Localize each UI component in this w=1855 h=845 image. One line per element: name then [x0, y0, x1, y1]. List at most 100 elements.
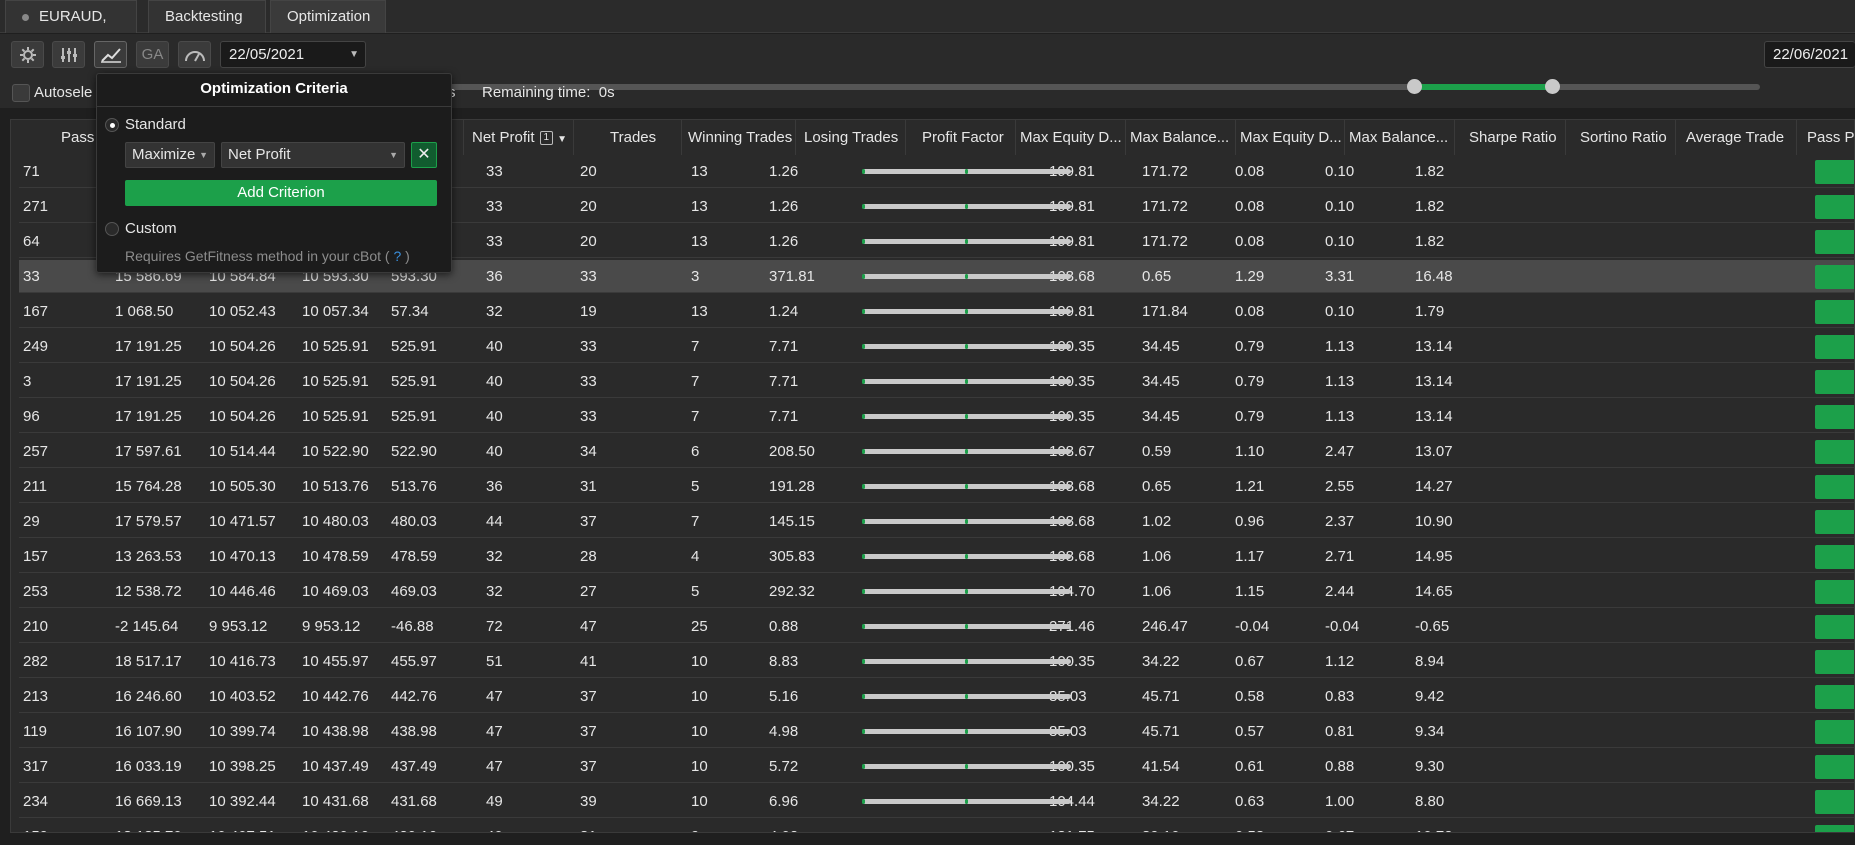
col-sortino-ratio[interactable]: Sortino Ratio	[1565, 120, 1675, 155]
col-max-balance-dd[interactable]: Max Balance...	[1344, 120, 1454, 155]
cell-sharpe-ratio: 0.96	[1235, 513, 1265, 530]
cell-losing-trades: 25	[691, 618, 708, 635]
cell-optimized-3: 10 437.49	[302, 758, 369, 775]
table-row[interactable]: 157 13 263.53 10 470.13 10 478.59 478.59 32 28…	[19, 540, 1854, 573]
equity-dd-bar-fill	[862, 449, 865, 454]
apply-pass-button[interactable]: A	[1815, 825, 1854, 832]
col-max-balance-dd-pct[interactable]: Max Balance...	[1125, 120, 1235, 155]
tab-backtesting[interactable]: Backtesting	[148, 0, 266, 33]
apply-pass-button[interactable]: A	[1815, 440, 1854, 464]
cell-profit-factor: 1.26	[769, 198, 799, 215]
cell-optimized-1: -2 145.64	[115, 618, 179, 635]
table-row[interactable]: 159 13 135.70 10 407.51 10 420.16 420.16 40 31…	[19, 820, 1854, 832]
autoselect-checkbox[interactable]	[12, 84, 30, 103]
table-row[interactable]: 3 17 191.25 10 504.26 10 525.91 525.91 40 33 7 7…	[19, 365, 1854, 398]
table-row[interactable]: 234 16 669.13 10 392.44 10 431.68 431.68 49 39…	[19, 785, 1854, 818]
apply-pass-button[interactable]: A	[1815, 475, 1854, 499]
balance-dd-bar	[965, 659, 1071, 664]
apply-pass-button[interactable]: A	[1815, 265, 1854, 289]
col-trades[interactable]: Trades	[573, 120, 681, 155]
apply-pass-button[interactable]: A	[1815, 510, 1854, 534]
cell-profit-factor: 371.81	[769, 268, 815, 285]
balance-dd-bar	[965, 204, 1071, 209]
apply-pass-button[interactable]: A	[1815, 300, 1854, 324]
apply-pass-button[interactable]: A	[1815, 195, 1854, 219]
tab-optimization[interactable]: Optimization	[270, 0, 386, 33]
cell-trades: 33	[486, 163, 503, 180]
speed-button[interactable]	[178, 41, 211, 68]
apply-pass-button[interactable]: A	[1815, 755, 1854, 779]
equity-dd-bar	[862, 169, 968, 174]
apply-pass-button[interactable]: A	[1815, 650, 1854, 674]
cell-average-trade: 1.82	[1415, 233, 1445, 250]
cell-trades: 47	[486, 723, 503, 740]
standard-radio[interactable]	[105, 118, 119, 132]
add-criterion-button[interactable]: Add Criterion	[125, 180, 437, 206]
start-date-picker[interactable]: 22/05/2021 ▼	[220, 41, 366, 68]
col-average-trade[interactable]: Average Trade	[1675, 120, 1796, 155]
apply-pass-button[interactable]: A	[1815, 580, 1854, 604]
settings-button[interactable]	[11, 41, 44, 68]
table-row[interactable]: 167 1 068.50 10 052.43 10 057.34 57.34 32 19 13…	[19, 295, 1854, 328]
parameters-button[interactable]	[52, 41, 85, 68]
cell-trades: 32	[486, 583, 503, 600]
col-net-profit[interactable]: Net Profit 1 ▼	[463, 120, 573, 155]
range-end-handle[interactable]	[1545, 79, 1561, 94]
apply-pass-button[interactable]: A	[1815, 370, 1854, 394]
maximize-select[interactable]: Maximize ▼	[125, 142, 215, 168]
genetic-algorithm-button[interactable]: GA	[136, 41, 169, 68]
table-row[interactable]: 211 15 764.28 10 505.30 10 513.76 513.76 36 31…	[19, 470, 1854, 503]
apply-pass-button[interactable]: A	[1815, 720, 1854, 744]
sort-order-badge: 1	[539, 131, 554, 146]
cell-winning-trades: 31	[580, 820, 597, 832]
criteria-button[interactable]	[94, 41, 127, 68]
apply-pass-button[interactable]: A	[1815, 160, 1854, 184]
apply-pass-button[interactable]: A	[1815, 685, 1854, 709]
range-start-handle[interactable]	[1406, 79, 1422, 94]
table-row[interactable]: 282 18 517.17 10 416.73 10 455.97 455.97 51 41…	[19, 645, 1854, 678]
apply-pass-button[interactable]: A	[1815, 230, 1854, 254]
cell-pass: 317	[23, 758, 49, 775]
cell-sharpe-ratio: 0.08	[1235, 163, 1265, 180]
tab-symbol[interactable]: EURAUD, h1	[5, 0, 137, 57]
cell-max-balance-dd: 34.45	[1142, 373, 1180, 390]
remove-criterion-button[interactable]: ✕	[411, 142, 437, 168]
table-row[interactable]: 119 16 107.90 10 399.74 10 438.98 438.98 47 37…	[19, 715, 1854, 748]
apply-pass-button[interactable]: A	[1815, 615, 1854, 639]
custom-radio[interactable]	[105, 222, 119, 236]
table-row[interactable]: 210 -2 145.64 9 953.12 9 953.12 -46.88 72 47 25…	[19, 610, 1854, 643]
table-row[interactable]: 257 17 597.61 10 514.44 10 522.90 522.90 40 34…	[19, 435, 1854, 468]
col-profit-factor[interactable]: Profit Factor	[905, 120, 1015, 155]
autoselect-checkbox-row[interactable]: Autosele	[12, 84, 92, 103]
cell-optimized-2: 10 407.51	[209, 820, 276, 832]
cell-max-equity-dd: 131.75	[1049, 820, 1095, 832]
table-row[interactable]: 29 17 579.57 10 471.57 10 480.03 480.03 44 37 7…	[19, 505, 1854, 538]
apply-pass-button[interactable]: A	[1815, 335, 1854, 359]
col-sharpe-ratio[interactable]: Sharpe Ratio	[1454, 120, 1565, 155]
col-max-equity-dd[interactable]: Max Equity D...	[1235, 120, 1344, 155]
col-winning-trades[interactable]: Winning Trades	[681, 120, 795, 155]
col-losing-trades[interactable]: Losing Trades	[795, 120, 905, 155]
help-link[interactable]: ?	[390, 248, 406, 264]
table-row[interactable]: 253 12 538.72 10 446.46 10 469.03 469.03 32 27…	[19, 575, 1854, 608]
end-date-picker[interactable]: 22/06/2021	[1764, 41, 1855, 68]
cell-profit-factor: 4.02	[769, 820, 798, 832]
col-max-equity-dd-pct[interactable]: Max Equity D...	[1015, 120, 1125, 155]
col-pass-params[interactable]: Pass P	[1796, 120, 1854, 155]
table-row[interactable]: 249 17 191.25 10 504.26 10 525.91 525.91 40 33…	[19, 330, 1854, 363]
table-row[interactable]: 213 16 246.60 10 403.52 10 442.76 442.76 47 37…	[19, 680, 1854, 713]
custom-hint-text: Requires GetFitness method in your cBot	[125, 248, 382, 264]
cell-trades: 40	[486, 338, 503, 355]
table-row[interactable]: 96 17 191.25 10 504.26 10 525.91 525.91 40 33 7…	[19, 400, 1854, 433]
cell-average-trade: 13.07	[1415, 443, 1453, 460]
chart-line-icon	[100, 47, 121, 63]
table-row[interactable]: 317 16 033.19 10 398.25 10 437.49 437.49 47 37…	[19, 750, 1854, 783]
apply-pass-button[interactable]: A	[1815, 790, 1854, 814]
criterion-select[interactable]: Net Profit ▼	[221, 142, 405, 168]
apply-pass-button[interactable]: A	[1815, 405, 1854, 429]
equity-dd-bar	[862, 239, 968, 244]
cell-sharpe-ratio: 1.21	[1235, 478, 1265, 495]
cell-optimized-2: 10 504.26	[209, 408, 276, 425]
apply-pass-button[interactable]: A	[1815, 545, 1854, 569]
cell-sharpe-ratio: 0.08	[1235, 303, 1265, 320]
